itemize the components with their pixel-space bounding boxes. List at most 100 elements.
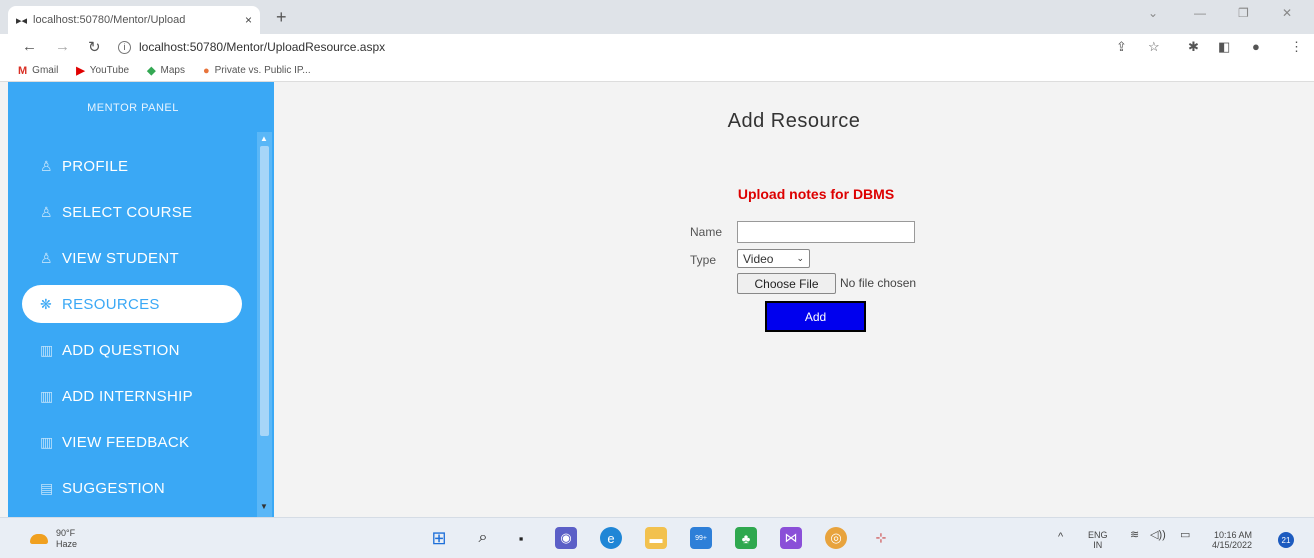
upload-subtitle: Upload notes for DBMS (737, 186, 895, 202)
windows-taskbar: 90°F Haze ⊞ ⌕ ▪ ◉ e ▬ 99+ ♣ ⋈ ◎ ⊹ ^ ENG … (0, 517, 1314, 558)
sidebar-item-select-course[interactable]: ♙ SELECT COURSE (22, 193, 242, 231)
language-indicator[interactable]: ENG IN (1088, 530, 1108, 550)
bookmark-private-ip[interactable]: ● Private vs. Public IP... (203, 65, 311, 77)
close-window-icon[interactable]: ✕ (1282, 6, 1292, 20)
scroll-up-icon[interactable]: ▲ (260, 134, 268, 143)
new-tab-button[interactable]: + (276, 7, 287, 28)
tab-search-icon[interactable]: ⌄ (1148, 6, 1158, 20)
tab-title: localhost:50780/Mentor/Upload (33, 14, 186, 26)
reload-icon[interactable]: ↻ (88, 38, 101, 56)
type-label: Type (690, 253, 717, 267)
gmail-icon: M (18, 64, 28, 77)
page-title: Add Resource (727, 110, 861, 132)
site-favicon: ● (202, 64, 210, 77)
sidebar-scrollbar[interactable]: ▲ ▼ (257, 132, 272, 517)
sidebar-item-label: ADD QUESTION (62, 341, 180, 359)
url-field[interactable]: i localhost:50780/Mentor/UploadResource.… (118, 37, 1138, 57)
bookmark-youtube[interactable]: ▶ YouTube (76, 64, 129, 77)
start-icon[interactable]: ⊞ (428, 527, 450, 549)
weather-temp: 90°F (56, 528, 76, 538)
search-icon[interactable]: ⌕ (472, 527, 494, 549)
notification-badge[interactable]: 21 (1278, 532, 1294, 548)
site-info-icon[interactable]: i (118, 40, 131, 54)
visual-studio-icon[interactable]: ⋈ (780, 527, 802, 549)
type-selected-value: Video (743, 251, 774, 266)
snipping-tool-icon[interactable]: ⊹ (870, 527, 892, 549)
mail-icon[interactable]: 99+ (690, 527, 712, 549)
document-icon: ▤ (40, 479, 54, 496)
file-status: No file chosen (840, 276, 917, 290)
scroll-down-icon[interactable]: ▼ (260, 502, 268, 511)
map-icon: ▥ (40, 433, 54, 450)
store-icon[interactable]: ♣ (735, 527, 757, 549)
star-icon[interactable]: ☆ (1148, 39, 1160, 55)
browser-tab[interactable]: ▸◂ localhost:50780/Mentor/Upload × (8, 6, 260, 34)
profile-avatar-icon[interactable]: ● (1252, 39, 1260, 54)
forward-icon[interactable]: → (55, 38, 70, 55)
user-icon: ♙ (40, 249, 53, 266)
maximize-icon[interactable]: ❐ (1238, 6, 1249, 20)
battery-icon[interactable]: ▭ (1180, 530, 1190, 541)
extensions-icon[interactable]: ✱ (1188, 39, 1199, 55)
clock[interactable]: 10:16 AM 4/15/2022 (1212, 530, 1252, 550)
region-code: IN (1093, 540, 1103, 550)
add-button[interactable]: Add (765, 301, 866, 332)
sidebar-item-suggestion[interactable]: ▤ SUGGESTION (22, 469, 242, 507)
show-hidden-icons[interactable]: ^ (1058, 532, 1063, 543)
main-content: Add Resource Upload notes for DBMS Name … (274, 82, 1314, 517)
file-explorer-icon[interactable]: ▬ (645, 527, 667, 549)
map-icon: ▥ (40, 341, 54, 358)
user-icon: ♙ (40, 157, 53, 174)
tab-close-icon[interactable]: × (245, 13, 252, 27)
minimize-icon[interactable]: — (1194, 6, 1206, 20)
sidebar-item-add-internship[interactable]: ▥ ADD INTERNSHIP (22, 377, 242, 415)
sidebar-item-label: PROFILE (62, 157, 129, 175)
page-body: MENTOR PANEL ♙ PROFILE ♙ SELECT COURSE ♙… (0, 82, 1314, 517)
edge-icon[interactable]: e (600, 527, 622, 549)
back-icon[interactable]: ← (22, 38, 37, 55)
address-bar: ← → ↻ i localhost:50780/Mentor/UploadRes… (0, 34, 1314, 60)
bookmark-label: YouTube (89, 65, 130, 76)
sidebar-item-view-student[interactable]: ♙ VIEW STUDENT (22, 239, 242, 277)
bookmark-maps[interactable]: ◆ Maps (147, 64, 185, 77)
sidebar: MENTOR PANEL ♙ PROFILE ♙ SELECT COURSE ♙… (8, 82, 274, 517)
scroll-thumb[interactable] (260, 146, 269, 436)
weather-icon (30, 534, 48, 544)
volume-icon[interactable]: ◁)) (1150, 530, 1166, 541)
sidebar-item-label: RESOURCES (62, 295, 160, 313)
share-icon[interactable]: ⇪ (1116, 39, 1127, 55)
language-code: ENG (1088, 530, 1108, 540)
wifi-icon[interactable]: ≋ (1130, 530, 1139, 541)
choose-file-button[interactable]: Choose File (737, 273, 836, 294)
chrome-icon[interactable]: ◎ (825, 527, 847, 549)
sidebar-item-add-question[interactable]: ▥ ADD QUESTION (22, 331, 242, 369)
clock-time: 10:16 AM (1214, 530, 1253, 540)
user-icon: ♙ (40, 203, 53, 220)
bookmark-label: Private vs. Public IP... (214, 65, 311, 76)
name-label: Name (690, 225, 723, 239)
weather-widget[interactable]: 90°F Haze (30, 528, 77, 550)
sidebar-item-label: VIEW STUDENT (62, 249, 179, 267)
maps-icon: ◆ (147, 65, 156, 77)
sidebar-item-profile[interactable]: ♙ PROFILE (22, 147, 242, 185)
type-select[interactable]: Video ⌄ (737, 249, 810, 268)
bookmarks-bar: M Gmail ▶ YouTube ◆ Maps ● Private vs. P… (0, 60, 1314, 82)
chat-icon[interactable]: ◉ (555, 527, 577, 549)
menu-icon[interactable]: ⋮ (1290, 39, 1303, 55)
bookmark-label: Gmail (32, 65, 59, 76)
panel-title: MENTOR PANEL (87, 102, 179, 114)
name-input[interactable] (737, 221, 915, 243)
sidebar-item-label: SELECT COURSE (62, 203, 193, 221)
youtube-icon: ▶ (76, 65, 85, 77)
sidebar-item-view-feedback[interactable]: ▥ VIEW FEEDBACK (22, 423, 242, 461)
task-view-icon[interactable]: ▪ (510, 527, 532, 549)
map-icon: ▥ (40, 387, 54, 404)
bookmark-gmail[interactable]: M Gmail (18, 65, 58, 77)
weather-desc: Haze (56, 539, 78, 549)
sidebar-item-resources[interactable]: ❋ RESOURCES (22, 285, 242, 323)
side-panel-icon[interactable]: ◧ (1218, 39, 1230, 55)
clock-date: 4/15/2022 (1212, 540, 1253, 550)
sidebar-item-label: SUGGESTION (62, 479, 166, 497)
browser-tab-bar: ▸◂ localhost:50780/Mentor/Upload × + ⌄ —… (0, 0, 1314, 34)
sidebar-item-label: ADD INTERNSHIP (62, 387, 193, 405)
